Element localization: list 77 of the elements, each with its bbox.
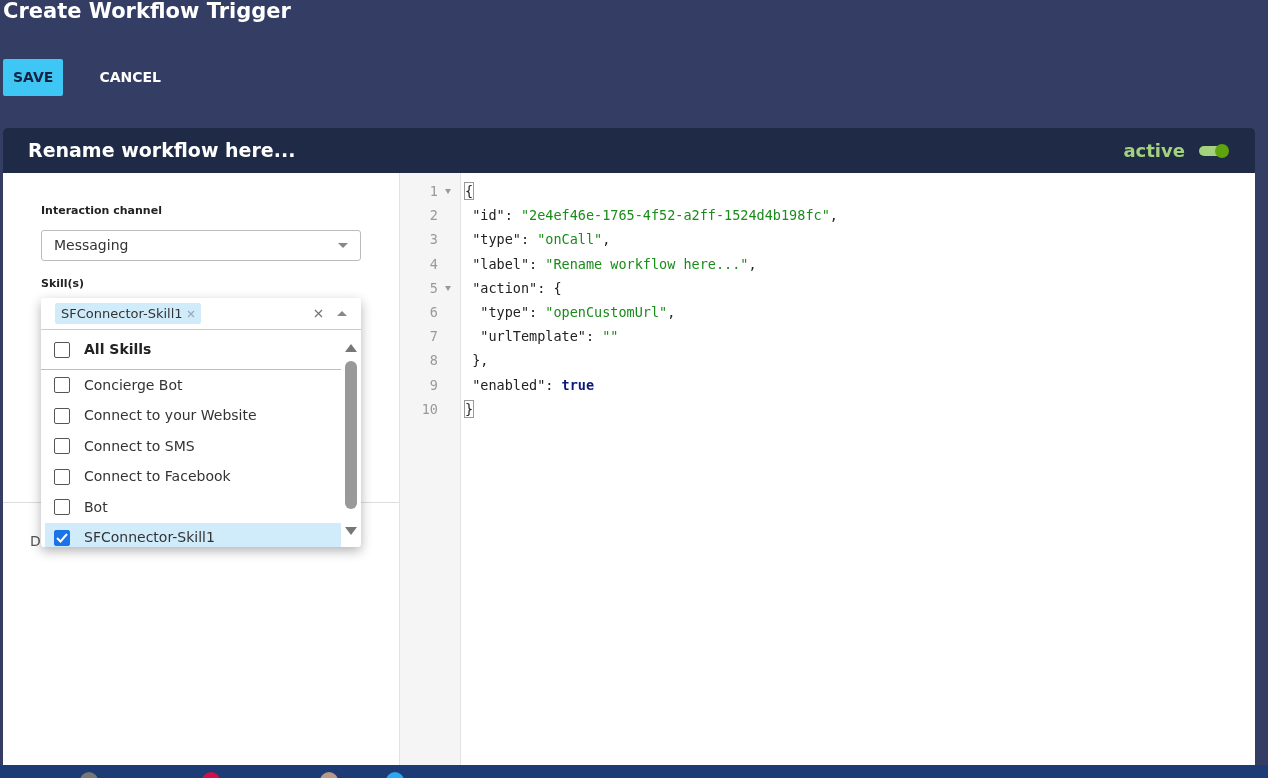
code-token: "type" (471, 231, 521, 248)
code-token: } (464, 399, 475, 418)
code-token: , (667, 303, 676, 320)
code-token: , (748, 255, 757, 272)
code-token: "onCall" (537, 231, 603, 248)
save-button[interactable]: SAVE (3, 59, 64, 96)
active-toggle[interactable] (1199, 145, 1227, 156)
option-row[interactable]: Concierge Bot (41, 370, 341, 401)
line-number: 6 (429, 303, 438, 320)
code-token: "urlTemplate" (479, 328, 586, 345)
line-number: 5 (429, 279, 438, 296)
clear-icon[interactable] (314, 309, 323, 318)
checkbox[interactable] (54, 468, 70, 485)
code-token: "enabled" (471, 376, 546, 393)
channel-select[interactable]: Messaging (41, 229, 361, 261)
code-token: : (520, 231, 531, 248)
option-row[interactable]: Connect to your Website (41, 400, 341, 431)
code-token: "Rename workflow here..." (545, 255, 749, 272)
cancel-button[interactable]: CANCEL (89, 67, 171, 88)
code-token: "label" (471, 255, 530, 272)
option-label: Connect to your Website (84, 406, 257, 426)
line-number: 10 (421, 400, 438, 417)
code-token: "type" (479, 303, 530, 320)
option-label: Connect to SMS (84, 436, 195, 456)
checkbox[interactable] (54, 438, 70, 455)
option-row[interactable]: SFConnector-Skill1 (45, 522, 341, 547)
fold-icon[interactable] (445, 189, 451, 194)
line-number: 3 (429, 231, 438, 248)
line-number: 4 (429, 255, 438, 272)
field-label: D (30, 532, 41, 551)
option-label: Concierge Bot (84, 375, 183, 395)
fold-icon[interactable] (445, 285, 451, 291)
code-token: : (529, 303, 539, 320)
option-label: All Skills (84, 340, 152, 359)
option-label: SFConnector-Skill1 (84, 528, 215, 547)
code-token: }, (471, 352, 489, 369)
code-token: : (504, 207, 514, 224)
status-label: active (1123, 139, 1185, 163)
caret-icon (337, 311, 347, 316)
code-token: , (829, 207, 838, 224)
code-token: : { (537, 279, 562, 296)
option-row[interactable]: Connect to Facebook (41, 461, 341, 492)
page-title: Create Workflow Trigger (3, 0, 292, 25)
option-row[interactable]: Bot (41, 492, 341, 523)
line-number: 8 (429, 352, 438, 369)
code-token: : (585, 328, 596, 345)
code-token: "action" (471, 279, 538, 296)
field-label: Skill(s) (41, 275, 86, 292)
code-token: { (464, 182, 475, 200)
line-number: 2 (429, 207, 438, 224)
code-token: true (561, 376, 595, 393)
code-token: "" (602, 328, 619, 345)
option-label: Connect to Facebook (84, 467, 231, 487)
checkbox[interactable] (54, 377, 70, 394)
option-row[interactable]: Connect to SMS (41, 431, 341, 462)
caret-icon (338, 242, 348, 248)
checkbox[interactable] (54, 341, 70, 358)
field-label: Interaction channel (41, 203, 163, 219)
checkbox[interactable] (54, 407, 70, 424)
line-number: 9 (429, 376, 438, 393)
workflow-name: Rename workflow here... (28, 138, 296, 164)
option-label: Bot (84, 497, 108, 517)
checkbox[interactable] (54, 529, 70, 546)
option-row[interactable]: All Skills (41, 330, 341, 370)
line-number: 7 (429, 328, 438, 345)
line-number: 1 (429, 183, 438, 199)
code-token: , (602, 231, 611, 248)
tag-label: SFConnector-Skill1 (61, 304, 183, 323)
select-value: Messaging (54, 235, 129, 255)
skills-dropdown[interactable]: SFConnector-Skill1 All Skills Concierge Bot Connect to your Website Connect to SMS Connect to Facebook Bot SFConnector-Skill1 (41, 298, 361, 547)
code-token: : (529, 255, 539, 272)
checkbox[interactable] (54, 499, 70, 516)
code-token: "2e4ef46e-1765-4f52-a2ff-1524d4b198fc" (520, 207, 830, 224)
code-token: : (545, 376, 555, 393)
code-token: "id" (471, 207, 505, 224)
skill-tag[interactable]: SFConnector-Skill1 (55, 302, 201, 325)
code-token: "openCustomUrl" (545, 303, 668, 320)
